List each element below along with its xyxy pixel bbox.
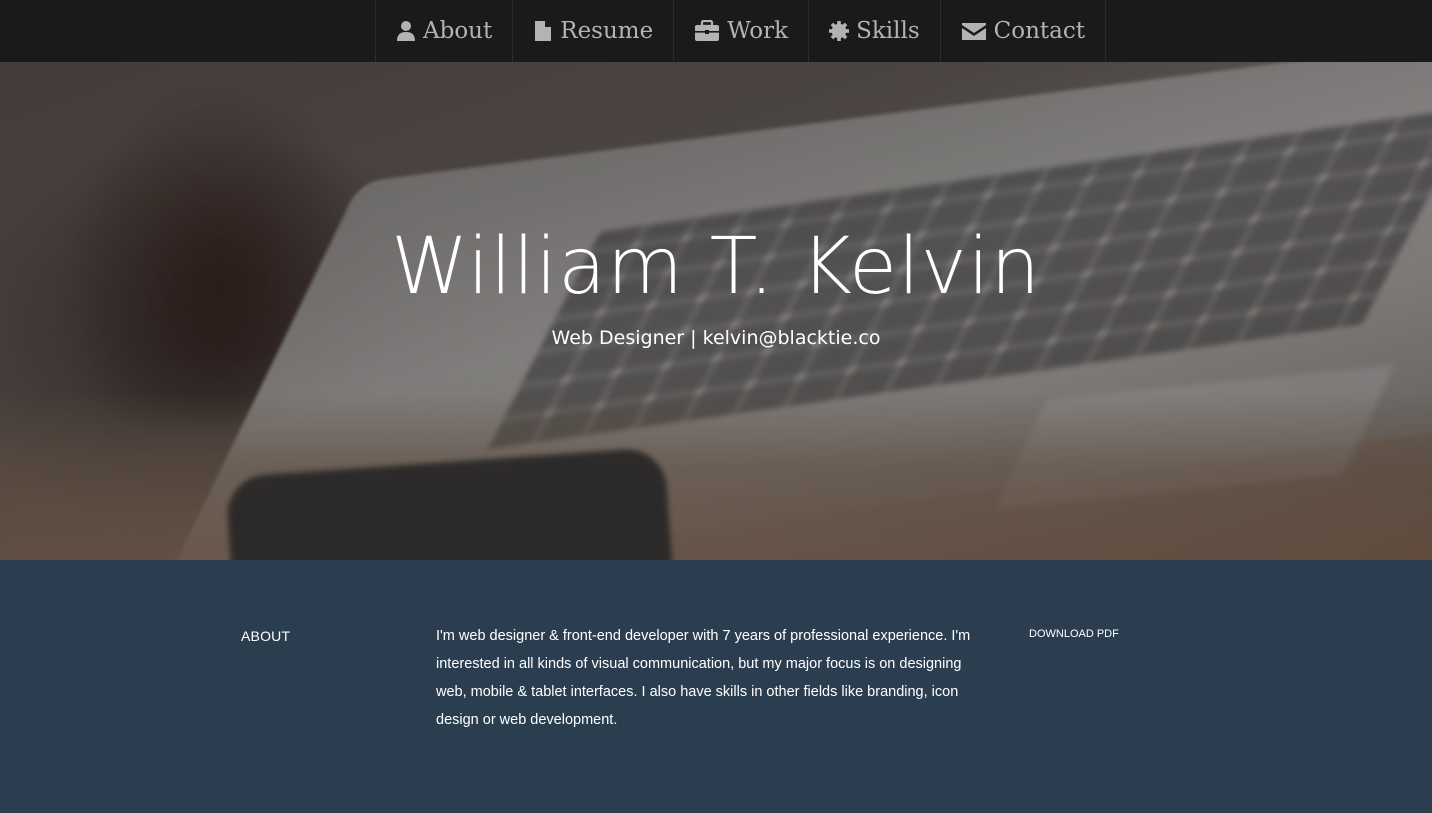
- hero-subtitle: Web Designer | kelvin@blacktie.co: [0, 327, 1432, 349]
- nav-label-resume: Resume: [560, 18, 654, 44]
- hero-role: Web Designer: [551, 327, 685, 349]
- download-pdf-link[interactable]: DOWNLOAD PDF: [1029, 628, 1119, 640]
- file-icon: [533, 20, 553, 42]
- briefcase-icon: [694, 20, 720, 42]
- about-text: I'm web designer & front-end developer w…: [436, 628, 971, 728]
- nav-label-work: Work: [727, 18, 789, 44]
- hero-banner: William T. Kelvin Web Designer | kelvin@…: [0, 62, 1432, 560]
- about-section: ABOUT I'm web designer & front-end devel…: [0, 560, 1432, 813]
- envelope-icon: [961, 20, 987, 42]
- hero-name: William T. Kelvin: [391, 222, 1041, 312]
- nav-label-contact: Contact: [993, 18, 1085, 44]
- nav-item-contact[interactable]: Contact: [941, 0, 1106, 62]
- nav-label-about: About: [423, 18, 493, 44]
- hero-separator: |: [690, 327, 697, 349]
- nav-item-skills[interactable]: Skills: [809, 0, 941, 62]
- hero-email-link[interactable]: kelvin@blacktie.co: [703, 327, 881, 349]
- nav-item-resume[interactable]: Resume: [513, 0, 675, 62]
- top-navbar: About Resume Work Skills Contact: [0, 0, 1432, 62]
- nav-label-skills: Skills: [856, 18, 920, 44]
- main-nav: About Resume Work Skills Contact: [375, 0, 1106, 62]
- cog-icon: [829, 20, 850, 42]
- about-heading: ABOUT: [241, 628, 291, 644]
- nav-item-about[interactable]: About: [376, 0, 514, 62]
- user-icon: [396, 20, 416, 42]
- nav-item-work[interactable]: Work: [674, 0, 810, 62]
